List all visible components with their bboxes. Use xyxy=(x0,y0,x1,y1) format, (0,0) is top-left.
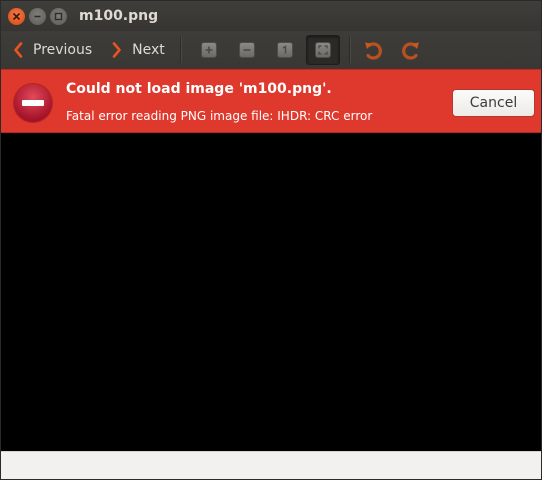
best-fit-icon xyxy=(314,42,331,58)
title-bar[interactable]: m100.png xyxy=(1,1,541,31)
error-icon xyxy=(14,84,52,122)
normal-size-button[interactable] xyxy=(268,35,302,65)
toolbar: Previous Next xyxy=(1,31,541,69)
rotate-right-button[interactable] xyxy=(394,35,428,65)
rotate-right-icon xyxy=(401,42,419,60)
toolbar-separator xyxy=(348,37,350,63)
chevron-right-icon xyxy=(112,42,121,58)
minimize-window-button[interactable] xyxy=(29,7,46,25)
best-fit-button[interactable] xyxy=(305,35,340,65)
zoom-out-icon xyxy=(238,42,255,58)
rotate-left-button[interactable] xyxy=(356,35,390,65)
zoom-out-button[interactable] xyxy=(230,35,264,65)
error-message: Fatal error reading PNG image file: IHDR… xyxy=(66,109,373,123)
rotate-left-icon xyxy=(364,42,382,60)
error-infobar: Could not load image 'm100.png'. Fatal e… xyxy=(1,69,541,133)
chevron-left-icon xyxy=(14,42,23,58)
image-viewer-window: m100.png Previous Next Could not load im… xyxy=(0,0,542,480)
previous-label: Previous xyxy=(33,42,93,58)
toolbar-separator xyxy=(179,37,181,63)
cancel-button[interactable]: Cancel xyxy=(452,89,535,117)
previous-button[interactable]: Previous xyxy=(7,35,98,65)
image-display-area[interactable] xyxy=(1,133,541,451)
next-label: Next xyxy=(132,42,165,58)
zoom-in-button[interactable] xyxy=(192,35,226,65)
window-title: m100.png xyxy=(79,8,159,24)
close-icon xyxy=(12,12,21,20)
zoom-in-icon xyxy=(200,42,217,58)
maximize-window-button[interactable] xyxy=(50,7,67,25)
window-controls xyxy=(8,7,67,25)
maximize-icon xyxy=(54,12,63,20)
error-title: Could not load image 'm100.png'. xyxy=(66,81,332,97)
minimize-icon xyxy=(34,15,41,17)
normal-size-icon xyxy=(276,42,293,58)
next-button[interactable]: Next xyxy=(106,35,171,65)
status-bar xyxy=(1,451,541,479)
close-window-button[interactable] xyxy=(8,7,25,25)
